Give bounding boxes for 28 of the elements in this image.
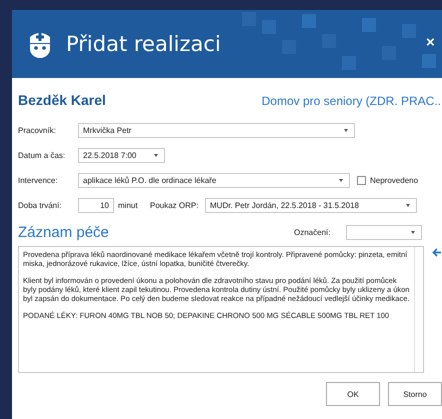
caret-icon (344, 129, 348, 132)
window-title: Přidat realizaci (66, 32, 221, 56)
close-button[interactable]: × (426, 34, 435, 51)
caret-icon (339, 179, 343, 182)
caret-icon (154, 154, 158, 157)
back-arrow-icon[interactable] (432, 248, 442, 257)
section-title: Záznam péče (18, 224, 110, 240)
caret-icon (406, 204, 410, 207)
facility-link[interactable]: Domov pro seniory (ZDR. PRAC.. (262, 94, 441, 108)
patient-name: Bezděk Karel (18, 92, 106, 108)
intervention-dropdown[interactable]: aplikace léků P.O. dle ordinace lékaře (78, 173, 350, 188)
checkbox-label: Neprovedeno (370, 176, 418, 185)
dialog-button[interactable]: Storno (388, 382, 442, 406)
duration-input[interactable]: 10 (78, 198, 114, 213)
checkbox[interactable] (357, 176, 366, 185)
text-area[interactable] (18, 246, 424, 373)
field-label: Poukaz ORP: (150, 201, 200, 210)
field-label: Označení: (294, 228, 332, 236)
field-label: Datum a čas: (18, 151, 66, 160)
date-dropdown[interactable]: 22.5.2018 7:00 (78, 148, 165, 163)
field-label: Doba trvání: (18, 201, 63, 210)
field-label: Pracovník: (18, 126, 57, 135)
unit-label: minut (118, 201, 139, 210)
dialog-button[interactable]: OK (326, 382, 380, 406)
worker-dropdown[interactable]: Mrkvička Petr (78, 123, 355, 138)
order-dropdown[interactable]: MUDr. Petr Jordán, 22.5.2018 - 31.5.2018 (205, 198, 417, 213)
caret-icon (411, 230, 415, 234)
field-label: Intervence: (18, 176, 59, 185)
